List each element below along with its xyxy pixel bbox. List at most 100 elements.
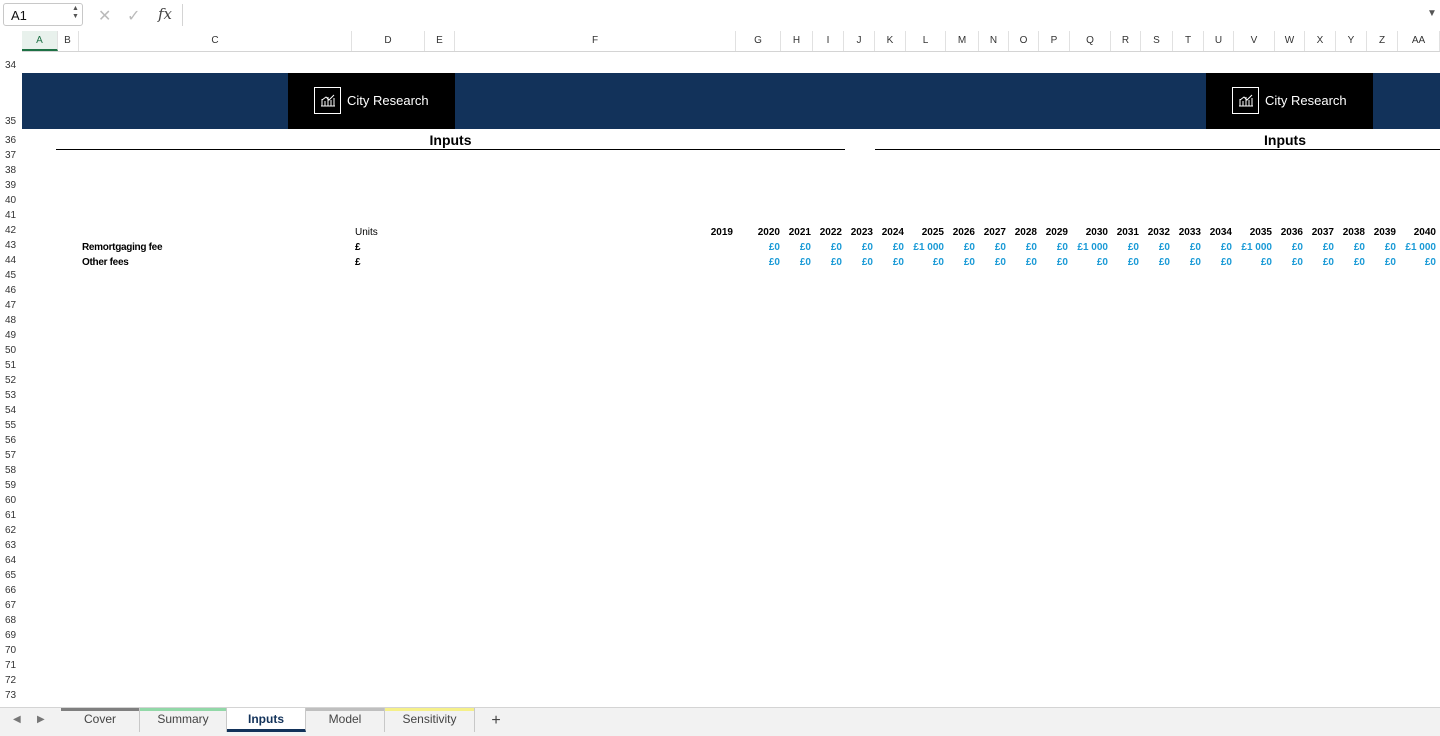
- row-header-42[interactable]: 42: [0, 225, 22, 236]
- row-header-35[interactable]: 35: [0, 116, 22, 127]
- value-cell[interactable]: £0: [831, 242, 842, 253]
- value-cell[interactable]: £0: [1190, 242, 1201, 253]
- row-header-58[interactable]: 58: [0, 465, 22, 476]
- sheet-tab-model[interactable]: Model: [306, 708, 385, 732]
- value-cell[interactable]: £0: [1221, 257, 1232, 268]
- column-header-a[interactable]: A: [22, 31, 58, 51]
- value-cell[interactable]: £0: [933, 257, 944, 268]
- row-header-41[interactable]: 41: [0, 210, 22, 221]
- value-cell[interactable]: £0: [1292, 242, 1303, 253]
- value-cell[interactable]: £0: [1190, 257, 1201, 268]
- value-cell[interactable]: £0: [831, 257, 842, 268]
- column-header-z[interactable]: Z: [1367, 31, 1398, 51]
- column-header-y[interactable]: Y: [1336, 31, 1367, 51]
- value-cell[interactable]: £0: [769, 257, 780, 268]
- value-cell[interactable]: £0: [862, 257, 873, 268]
- row-header-53[interactable]: 53: [0, 390, 22, 401]
- row-header-55[interactable]: 55: [0, 420, 22, 431]
- row-header-61[interactable]: 61: [0, 510, 22, 521]
- row-header-49[interactable]: 49: [0, 330, 22, 341]
- value-cell[interactable]: £0: [1057, 242, 1068, 253]
- value-cell[interactable]: £0: [1323, 257, 1334, 268]
- row-header-60[interactable]: 60: [0, 495, 22, 506]
- value-cell[interactable]: £0: [964, 242, 975, 253]
- value-cell[interactable]: £0: [1323, 242, 1334, 253]
- column-header-aa[interactable]: AA: [1398, 31, 1440, 51]
- column-header-t[interactable]: T: [1173, 31, 1204, 51]
- name-box[interactable]: A1: [3, 3, 83, 26]
- column-header-w[interactable]: W: [1275, 31, 1305, 51]
- column-header-f[interactable]: F: [455, 31, 736, 51]
- value-cell[interactable]: £0: [862, 242, 873, 253]
- value-cell[interactable]: £0: [1425, 257, 1436, 268]
- column-header-i[interactable]: I: [813, 31, 844, 51]
- column-header-m[interactable]: M: [946, 31, 979, 51]
- sheet-tab-sensitivity[interactable]: Sensitivity: [385, 708, 475, 732]
- value-cell[interactable]: £0: [1385, 242, 1396, 253]
- row-header-46[interactable]: 46: [0, 285, 22, 296]
- row-header-48[interactable]: 48: [0, 315, 22, 326]
- row-header-73[interactable]: 73: [0, 690, 22, 701]
- add-sheet-button[interactable]: +: [481, 711, 511, 731]
- value-cell[interactable]: £0: [995, 257, 1006, 268]
- formula-input[interactable]: [184, 3, 1428, 29]
- value-cell[interactable]: £1 000: [1405, 242, 1436, 253]
- column-header-k[interactable]: K: [875, 31, 906, 51]
- row-header-66[interactable]: 66: [0, 585, 22, 596]
- value-cell[interactable]: £0: [1057, 257, 1068, 268]
- value-cell[interactable]: £0: [1385, 257, 1396, 268]
- row-header-56[interactable]: 56: [0, 435, 22, 446]
- column-header-n[interactable]: N: [979, 31, 1009, 51]
- value-cell[interactable]: £0: [1159, 242, 1170, 253]
- column-header-c[interactable]: C: [79, 31, 352, 51]
- row-header-68[interactable]: 68: [0, 615, 22, 626]
- value-cell[interactable]: £0: [1026, 242, 1037, 253]
- column-header-x[interactable]: X: [1305, 31, 1336, 51]
- value-cell[interactable]: £0: [995, 242, 1006, 253]
- column-header-j[interactable]: J: [844, 31, 875, 51]
- row-header-37[interactable]: 37: [0, 150, 22, 161]
- sheet-tab-inputs[interactable]: Inputs: [227, 708, 306, 732]
- row-header-70[interactable]: 70: [0, 645, 22, 656]
- row-header-64[interactable]: 64: [0, 555, 22, 566]
- check-icon[interactable]: ✓: [127, 6, 140, 26]
- row-header-57[interactable]: 57: [0, 450, 22, 461]
- column-header-r[interactable]: R: [1111, 31, 1141, 51]
- row-header-38[interactable]: 38: [0, 165, 22, 176]
- column-header-h[interactable]: H: [781, 31, 813, 51]
- column-header-p[interactable]: P: [1039, 31, 1070, 51]
- value-cell[interactable]: £0: [1128, 257, 1139, 268]
- column-header-g[interactable]: G: [736, 31, 781, 51]
- column-header-l[interactable]: L: [906, 31, 946, 51]
- row-header-67[interactable]: 67: [0, 600, 22, 611]
- close-icon[interactable]: ✕: [98, 6, 111, 26]
- row-header-69[interactable]: 69: [0, 630, 22, 641]
- value-cell[interactable]: £1 000: [1241, 242, 1272, 253]
- row-header-39[interactable]: 39: [0, 180, 22, 191]
- row-header-51[interactable]: 51: [0, 360, 22, 371]
- value-cell[interactable]: £0: [1292, 257, 1303, 268]
- value-cell[interactable]: £0: [1026, 257, 1037, 268]
- column-header-d[interactable]: D: [352, 31, 425, 51]
- prev-sheet-icon[interactable]: ◀: [13, 714, 21, 725]
- row-header-40[interactable]: 40: [0, 195, 22, 206]
- column-header-u[interactable]: U: [1204, 31, 1234, 51]
- value-cell[interactable]: £0: [1354, 257, 1365, 268]
- column-header-b[interactable]: B: [57, 31, 79, 51]
- row-header-65[interactable]: 65: [0, 570, 22, 581]
- row-header-63[interactable]: 63: [0, 540, 22, 551]
- value-cell[interactable]: £0: [893, 242, 904, 253]
- value-cell[interactable]: £0: [1128, 242, 1139, 253]
- column-header-o[interactable]: O: [1009, 31, 1039, 51]
- column-header-q[interactable]: Q: [1070, 31, 1111, 51]
- value-cell[interactable]: £0: [1221, 242, 1232, 253]
- row-header-62[interactable]: 62: [0, 525, 22, 536]
- next-sheet-icon[interactable]: ▶: [37, 714, 45, 725]
- row-header-54[interactable]: 54: [0, 405, 22, 416]
- value-cell[interactable]: £0: [800, 242, 811, 253]
- sheet-tab-summary[interactable]: Summary: [140, 708, 227, 732]
- value-cell[interactable]: £0: [1261, 257, 1272, 268]
- row-header-44[interactable]: 44: [0, 255, 22, 266]
- row-header-36[interactable]: 36: [0, 135, 22, 146]
- chevron-down-icon[interactable]: ▼: [1427, 8, 1437, 19]
